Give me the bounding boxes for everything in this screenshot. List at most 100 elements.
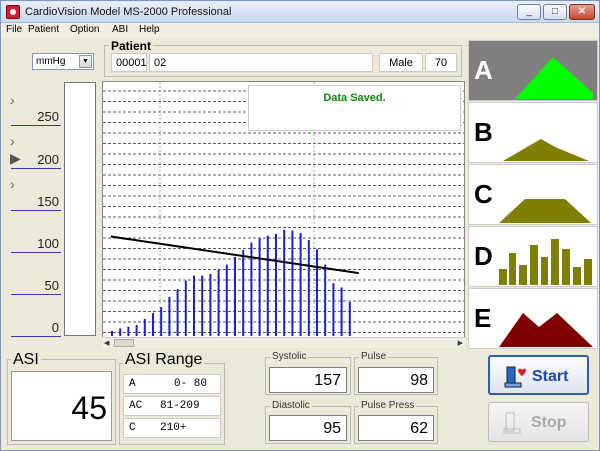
oscillation-bar [111, 330, 113, 336]
waveform-b-polygon [503, 139, 589, 161]
waveform-c-shape [499, 199, 591, 223]
waveform-e[interactable]: E [468, 288, 598, 349]
scroll-left-icon[interactable]: ◀ [104, 339, 109, 347]
tick-line [11, 168, 61, 169]
cuff-heart-icon [504, 366, 526, 388]
tick-250: 250 [37, 109, 59, 124]
waveform-e-shape [499, 313, 593, 347]
app-window: CardioVision Model MS-2000 Professional … [0, 0, 600, 451]
waveform-c[interactable]: C [468, 164, 598, 225]
patient-id-field[interactable]: 00001 [111, 53, 147, 72]
tick-150: 150 [37, 194, 59, 209]
systolic-value: 157 [269, 367, 347, 393]
oscillation-bar [291, 230, 294, 336]
chevron-down-icon[interactable]: ▼ [79, 55, 92, 68]
oscillation-bar [340, 287, 343, 336]
oscillation-bar [348, 302, 351, 336]
oscillation-bar [217, 269, 220, 336]
pressure-column [64, 82, 96, 336]
close-button[interactable]: ✕ [569, 4, 595, 20]
oscillation-bar [316, 249, 318, 336]
waveform-e-polygon [499, 313, 593, 347]
diastolic-value: 95 [269, 415, 347, 441]
patient-sex-field[interactable]: Male [379, 53, 423, 72]
waveform-c-polygon [499, 199, 591, 223]
patient-legend: Patient [109, 39, 154, 53]
tick-line [11, 125, 61, 126]
menu-file[interactable]: File [6, 24, 22, 35]
menu-option[interactable]: Option [70, 24, 99, 35]
oscillation-bar [209, 273, 212, 336]
tick-100: 100 [37, 236, 59, 251]
oscillation-bar [184, 280, 187, 336]
waveform-d-shape [499, 239, 592, 285]
window-title: CardioVision Model MS-2000 Professional [25, 6, 232, 18]
tick-line [11, 336, 61, 337]
app-heart-icon [6, 5, 20, 19]
asi-value: 45 [11, 371, 112, 441]
menu-bar: File Patient Option ABI Help [1, 23, 599, 38]
title-bar: CardioVision Model MS-2000 Professional … [1, 1, 599, 23]
tick-0: 0 [51, 320, 59, 335]
waveform-a-shape [515, 57, 593, 99]
unit-select[interactable]: mmHg ▼ [32, 53, 94, 70]
waveform-a-polygon [515, 57, 593, 99]
oscillation-bar [258, 238, 261, 336]
waveform-a[interactable]: A [468, 40, 598, 101]
tick-line [11, 294, 61, 295]
cuff-icon-disabled [503, 412, 521, 434]
start-button[interactable]: Start [488, 355, 589, 395]
oscillation-bar [332, 283, 335, 336]
stop-button-label: Stop [531, 414, 567, 431]
unit-select-value: mmHg [36, 56, 66, 67]
oscillation-bar [275, 234, 277, 336]
pulse-press-value: 62 [358, 415, 434, 441]
oscillation-bar [193, 275, 195, 336]
waveform-b-shape [503, 139, 589, 161]
stop-button[interactable]: Stop [488, 402, 589, 442]
patient-name-field[interactable]: 02 [149, 53, 373, 72]
range-code: AC [129, 400, 143, 412]
tick-line [11, 210, 61, 211]
menu-help[interactable]: Help [139, 24, 160, 35]
oscillation-bar [143, 319, 146, 336]
chevron-right-icon: › [10, 176, 15, 192]
asi-range-label: ASI Range [123, 351, 205, 369]
oscillation-bar [299, 233, 302, 336]
oscillation-bar [201, 275, 204, 336]
menu-abi[interactable]: ABI [112, 24, 128, 35]
waveform-d-bars [499, 239, 592, 285]
systolic-label: Systolic [270, 351, 309, 362]
oscillation-bar [242, 250, 245, 336]
status-message: Data Saved. [323, 92, 386, 104]
start-button-label: Start [532, 368, 569, 385]
scroll-thumb[interactable] [114, 339, 134, 347]
maximize-button[interactable]: □ [543, 4, 567, 20]
oscillation-bar [307, 239, 310, 336]
oscillation-bar [283, 229, 286, 336]
tick-line [11, 252, 61, 253]
asi-range-row: A 0- 80 [123, 374, 221, 394]
oscillation-bar [135, 324, 138, 336]
oscillation-bar [160, 307, 163, 336]
asi-label: ASI [11, 351, 41, 369]
range-value: 210+ [160, 422, 187, 434]
waveform-d[interactable]: D [468, 226, 598, 287]
waveform-b[interactable]: B [468, 102, 598, 163]
oscillation-bar [119, 328, 122, 336]
oscillation-bar [127, 326, 130, 336]
oscillation-bar [168, 296, 171, 336]
patient-age-field[interactable]: 70 [425, 53, 457, 72]
diastolic-label: Diastolic [270, 400, 312, 411]
range-code: C [129, 422, 136, 434]
oscillation-bar [234, 256, 236, 336]
scroll-right-icon[interactable]: ▶ [458, 339, 463, 347]
range-value: 0- 80 [174, 378, 208, 390]
minimize-button[interactable]: _ [517, 4, 541, 20]
pressure-scale: 250 200 150 100 50 0 › › ▶ › [1, 81, 63, 337]
menu-patient[interactable]: Patient [28, 24, 59, 35]
pulse-label: Pulse [359, 351, 389, 362]
chart-scrollbar[interactable]: ◀ ▶ [102, 337, 465, 348]
tick-50: 50 [44, 278, 59, 293]
chevron-right-icon: › [10, 133, 15, 149]
